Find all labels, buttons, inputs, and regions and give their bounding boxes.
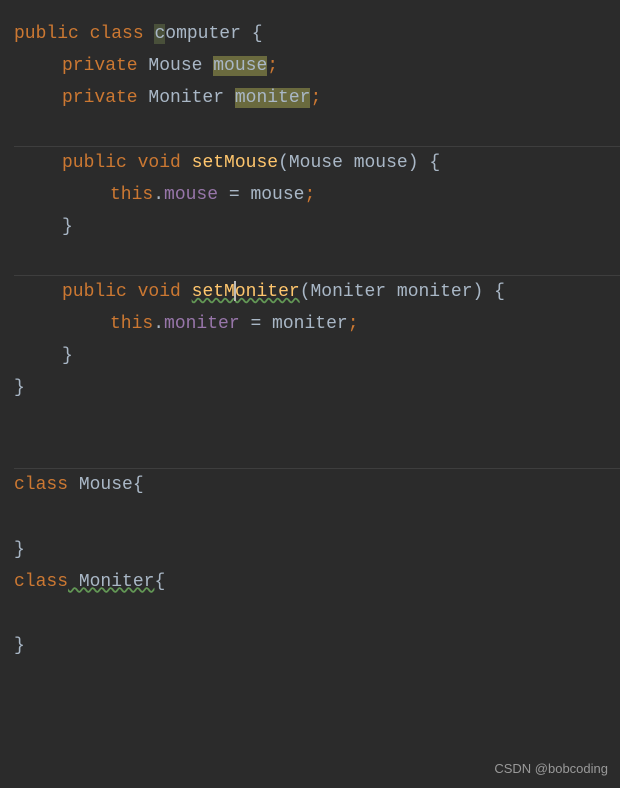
blank-line <box>14 404 620 436</box>
keyword-void: void <box>138 153 181 173</box>
blank-line <box>14 243 620 275</box>
code-line[interactable]: private Moniter moniter; <box>14 82 620 114</box>
blank-line <box>14 598 620 630</box>
method-name: setMouse <box>192 153 278 173</box>
semicolon: ; <box>310 88 321 108</box>
blank-line <box>14 114 620 146</box>
class-name: Mouse <box>68 475 133 495</box>
keyword-private: private <box>62 56 138 76</box>
code-line[interactable]: } <box>14 372 620 404</box>
semicolon: ; <box>304 185 315 205</box>
keyword-this: this <box>110 185 153 205</box>
code-line[interactable]: this.mouse = mouse; <box>14 179 620 211</box>
code-line[interactable]: } <box>14 630 620 662</box>
method-name: oniter <box>235 282 300 302</box>
keyword-class: class <box>14 475 68 495</box>
field-highlight: moniter <box>235 88 311 108</box>
code-line[interactable]: } <box>14 340 620 372</box>
semicolon: ; <box>267 56 278 76</box>
code-line[interactable]: class Moniter{ <box>14 566 620 598</box>
method-params: (Moniter moniter) <box>300 282 484 302</box>
dot: . <box>153 314 164 334</box>
code-line[interactable]: class Mouse{ <box>14 469 620 501</box>
brace: } <box>14 636 25 656</box>
field-highlight: mouse <box>213 56 267 76</box>
class-name: Moniter <box>68 572 154 592</box>
class-name: omputer <box>165 24 241 44</box>
text-cursor <box>234 281 236 301</box>
brace: } <box>62 217 73 237</box>
code-line[interactable]: public void setMouse(Mouse mouse) { <box>14 147 620 179</box>
assign: = mouse <box>218 185 304 205</box>
keyword-void: void <box>138 282 181 302</box>
blank-line <box>14 501 620 533</box>
code-line[interactable]: this.moniter = moniter; <box>14 308 620 340</box>
method-name: setM <box>192 282 235 302</box>
assign: = moniter <box>240 314 348 334</box>
keyword-class: class <box>90 24 144 44</box>
code-line[interactable]: } <box>14 534 620 566</box>
code-line[interactable]: private Mouse mouse; <box>14 50 620 82</box>
keyword-this: this <box>110 314 153 334</box>
code-line[interactable]: public class computer { <box>14 18 620 50</box>
keyword-class: class <box>14 572 68 592</box>
brace: } <box>62 346 73 366</box>
dot: . <box>153 185 164 205</box>
brace: } <box>14 540 25 560</box>
brace: { <box>241 24 263 44</box>
keyword-public: public <box>62 282 127 302</box>
code-editor[interactable]: public class computer { private Mouse mo… <box>0 0 620 662</box>
field-ref: mouse <box>164 185 218 205</box>
semicolon: ; <box>348 314 359 334</box>
brace: { <box>483 282 505 302</box>
type-name: Mouse <box>138 56 214 76</box>
type-name: Moniter <box>138 88 235 108</box>
brace: } <box>14 378 25 398</box>
code-line[interactable]: } <box>14 211 620 243</box>
blank-line <box>14 436 620 468</box>
method-params: (Mouse mouse) <box>278 153 418 173</box>
brace: { <box>419 153 441 173</box>
keyword-public: public <box>14 24 79 44</box>
code-line[interactable]: public void setMoniter(Moniter moniter) … <box>14 276 620 308</box>
caret-char-highlight: c <box>154 24 165 44</box>
keyword-private: private <box>62 88 138 108</box>
brace: { <box>133 475 144 495</box>
brace: { <box>154 572 165 592</box>
field-ref: moniter <box>164 314 240 334</box>
watermark-text: CSDN @bobcoding <box>494 757 608 780</box>
keyword-public: public <box>62 153 127 173</box>
